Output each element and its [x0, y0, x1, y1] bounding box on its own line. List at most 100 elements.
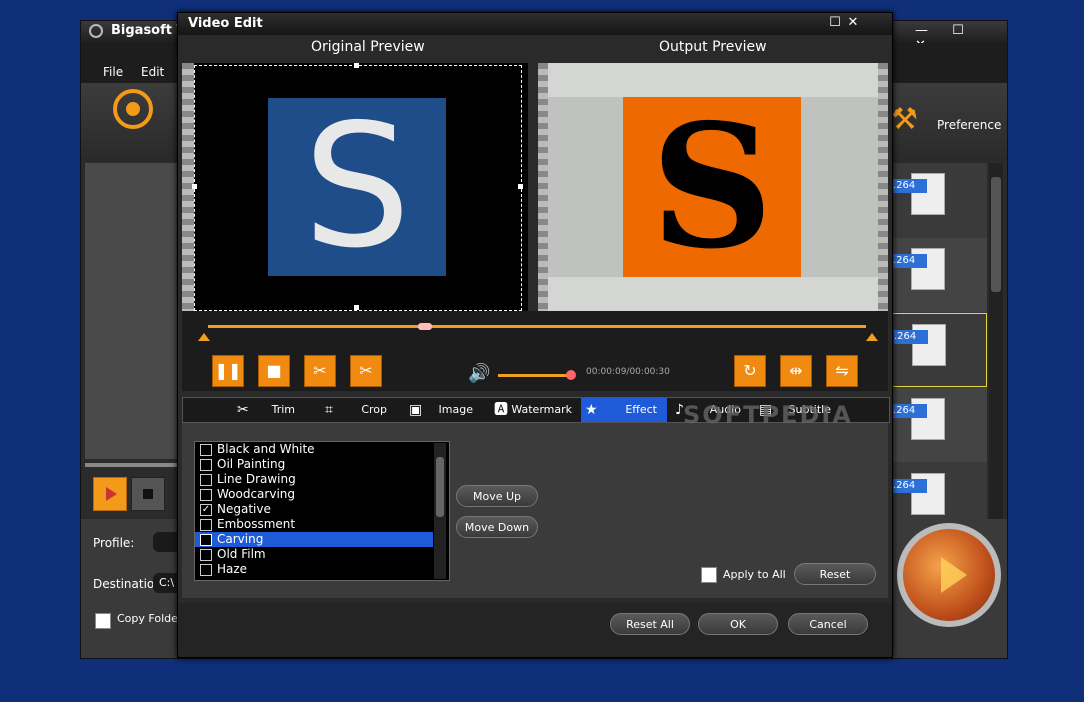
tab-label: Effect	[625, 403, 657, 416]
video-edit-dialog: Video Edit ☐ ✕ Original Preview Output Pr…	[177, 12, 893, 658]
convert-start-button[interactable]	[897, 523, 1001, 627]
file-badge: .264	[894, 330, 928, 344]
effect-checkbox[interactable]	[200, 489, 212, 501]
stop-button[interactable]: ■	[258, 355, 290, 387]
crop-selection-frame[interactable]	[194, 65, 522, 311]
effect-item[interactable]: ✓ Negative	[195, 502, 433, 517]
rotate-button[interactable]: ↻	[734, 355, 766, 387]
film-strip	[878, 63, 888, 311]
preference-tools-icon[interactable]: ⚒	[891, 101, 929, 139]
effect-checkbox[interactable]	[200, 519, 212, 531]
copy-folder-checkbox[interactable]	[95, 613, 111, 629]
close-icon[interactable]: ✕	[844, 15, 862, 31]
list-item[interactable]: .264	[891, 388, 987, 462]
effect-checkbox[interactable]	[200, 549, 212, 561]
main-play-button[interactable]	[93, 477, 127, 511]
effect-list: Black and White Oil Painting Line Drawin…	[194, 441, 450, 581]
effect-checkbox[interactable]	[200, 444, 212, 456]
main-preview-area	[85, 163, 181, 459]
main-seek-bar[interactable]	[85, 463, 181, 467]
app-logo-icon	[89, 24, 103, 38]
dialog-footer	[178, 603, 892, 657]
playback-time: 00:00:09/00:00:30	[586, 367, 670, 377]
tab-watermark[interactable]: 🅰 Watermark	[490, 398, 582, 422]
trim-end-marker[interactable]	[866, 333, 878, 341]
profile-label: Profile:	[93, 536, 135, 550]
tab-crop[interactable]: ⌗ Crop	[321, 398, 397, 422]
reset-button[interactable]: Reset	[794, 563, 876, 585]
cut-end-button[interactable]: ✂	[350, 355, 382, 387]
effect-label: Line Drawing	[217, 472, 296, 486]
effect-item-selected[interactable]: Carving	[195, 532, 433, 547]
file-badge: .264	[893, 179, 927, 193]
output-frame-letter: S	[650, 87, 774, 287]
volume-icon[interactable]: 🔊	[468, 363, 490, 384]
crop-handle[interactable]	[354, 305, 359, 310]
effect-label: Haze	[217, 562, 248, 576]
list-item-selected[interactable]: .264	[891, 313, 987, 387]
tab-label: Trim	[271, 403, 295, 416]
output-preview-label: Output Preview	[659, 39, 767, 55]
trim-start-marker[interactable]	[198, 333, 210, 341]
tab-image[interactable]: ▣ Image	[405, 398, 483, 422]
maximize-icon[interactable]: ☐	[826, 15, 844, 31]
film-reel-icon[interactable]	[113, 89, 153, 129]
effect-label: Carving	[217, 532, 264, 546]
ok-button[interactable]: OK	[698, 613, 778, 635]
cancel-button[interactable]: Cancel	[788, 613, 868, 635]
list-item[interactable]: .264	[891, 163, 987, 237]
tab-trim[interactable]: ✂ Trim	[233, 398, 305, 422]
list-item[interactable]: .264	[891, 463, 987, 519]
crop-handle[interactable]	[192, 184, 197, 189]
reset-all-button[interactable]: Reset All	[610, 613, 690, 635]
menu-edit[interactable]: Edit	[141, 65, 164, 79]
tab-label: Crop	[361, 403, 387, 416]
effect-item[interactable]: Black and White	[195, 442, 433, 457]
effect-item[interactable]: Oil Painting	[195, 457, 433, 472]
effect-item[interactable]: Old Film	[195, 547, 433, 562]
effect-checkbox[interactable]	[200, 474, 212, 486]
effect-checkbox[interactable]	[200, 534, 212, 546]
crop-handle[interactable]	[354, 63, 359, 68]
list-item[interactable]: .264	[891, 238, 987, 312]
effect-item[interactable]: Haze	[195, 562, 433, 577]
effect-item[interactable]: Embossment	[195, 517, 433, 532]
effect-checkbox-checked[interactable]: ✓	[200, 504, 212, 516]
watermark-icon: 🅰	[494, 402, 508, 418]
effect-checkbox[interactable]	[200, 459, 212, 471]
film-strip	[538, 63, 548, 311]
move-up-button[interactable]: Move Up	[456, 485, 538, 507]
timeline-bar[interactable]	[208, 325, 866, 328]
tab-label: Watermark	[511, 403, 572, 416]
image-icon: ▣	[409, 402, 423, 418]
effect-label: Woodcarving	[217, 487, 296, 501]
effect-list-scroll-thumb[interactable]	[436, 457, 444, 517]
effect-item[interactable]: Line Drawing	[195, 472, 433, 487]
cut-start-button[interactable]: ✂	[304, 355, 336, 387]
preference-label[interactable]: Preference	[937, 118, 1001, 132]
flip-vertical-button[interactable]: ⇋	[826, 355, 858, 387]
volume-slider[interactable]	[498, 374, 570, 377]
effect-item[interactable]: Woodcarving	[195, 487, 433, 502]
flip-horizontal-button[interactable]: ⇹	[780, 355, 812, 387]
menu-file[interactable]: File	[103, 65, 123, 79]
crop-handle[interactable]	[518, 184, 523, 189]
move-down-button[interactable]: Move Down	[456, 516, 538, 538]
effect-checkbox[interactable]	[200, 564, 212, 576]
pause-button[interactable]: ❚❚	[212, 355, 244, 387]
main-stop-button[interactable]	[131, 477, 165, 511]
timeline-position-thumb[interactable]	[418, 323, 432, 330]
tab-effect[interactable]: ★ Effect	[581, 398, 667, 422]
star-icon: ★	[585, 402, 598, 418]
file-list: .264 .264 .264 .264 .264	[891, 163, 987, 519]
effect-label: Black and White	[217, 442, 315, 456]
file-list-scroll-thumb[interactable]	[991, 177, 1001, 292]
dialog-title-bar: Video Edit ☐ ✕	[178, 13, 892, 35]
apply-to-all-checkbox[interactable]	[701, 567, 717, 583]
volume-slider-knob[interactable]	[566, 370, 576, 380]
original-preview-label: Original Preview	[311, 39, 425, 55]
apply-to-all-label: Apply to All	[723, 568, 786, 581]
effect-label: Old Film	[217, 547, 266, 561]
dialog-title: Video Edit	[188, 16, 263, 31]
effect-label: Oil Painting	[217, 457, 286, 471]
